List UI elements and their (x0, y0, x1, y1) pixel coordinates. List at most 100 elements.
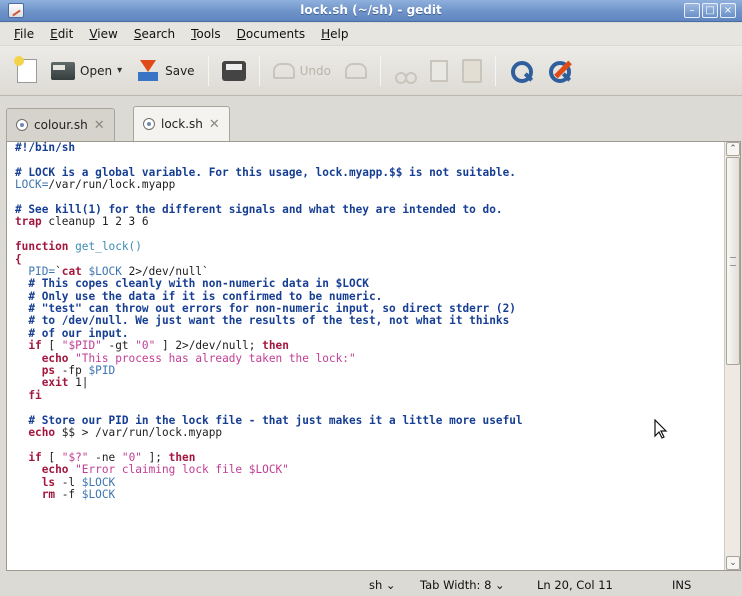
tab-width-selector[interactable]: Tab Width: 8 ⌄ (420, 578, 505, 592)
code-token: cat (61, 264, 82, 278)
paste-icon (461, 58, 482, 83)
new-button[interactable] (10, 52, 44, 90)
close-button[interactable]: × (720, 3, 736, 18)
code-token: LOCK= (15, 178, 49, 192)
code-token: ls (41, 475, 56, 489)
save-button[interactable]: Save (129, 52, 201, 90)
title-bar: lock.sh (~/sh) - gedit – □ × (0, 0, 742, 22)
code-token: # of our input. (15, 326, 129, 340)
copy-button[interactable] (423, 52, 455, 90)
scroll-up-button[interactable]: ⌃ (726, 142, 740, 156)
menu-search[interactable]: Search (126, 27, 183, 41)
code-token: exit (41, 376, 69, 390)
undo-button[interactable]: Undo (266, 52, 338, 90)
code-token: -gt (101, 339, 136, 353)
document-tabs: colour.sh ✕ lock.sh ✕ (0, 97, 742, 141)
window-title: lock.sh (~/sh) - gedit (300, 3, 442, 17)
code-token: # "test" can throw out errors for non-nu… (15, 302, 516, 316)
menu-documents[interactable]: Documents (229, 27, 313, 41)
find-replace-button[interactable] (540, 52, 578, 90)
tab-label: lock.sh (161, 117, 203, 131)
code-token: $LOCK (81, 475, 116, 489)
menu-tools[interactable]: Tools (183, 27, 229, 41)
redo-icon (344, 62, 367, 79)
scroll-down-button[interactable]: ⌄ (726, 556, 740, 570)
code-token: { (15, 252, 22, 266)
menu-file[interactable]: File (6, 27, 42, 41)
redo-button[interactable] (338, 52, 374, 90)
close-tab-icon[interactable]: ✕ (94, 118, 105, 133)
copy-icon (429, 59, 448, 82)
code-token: get_lock() (68, 240, 142, 254)
maximize-button[interactable]: □ (702, 3, 718, 18)
code-token: -ne (88, 450, 122, 464)
find-button[interactable] (502, 52, 540, 90)
code-token: -l (55, 475, 82, 489)
code-line: rm -f $LOCK (15, 487, 715, 501)
code-token: $LOCK (88, 264, 122, 278)
code-token: "$?" (61, 450, 89, 464)
code-token: $LOCK (81, 487, 116, 501)
code-line: trap cleanup 1 2 3 6 (15, 216, 715, 228)
code-line: ps -fp $PID (15, 364, 715, 378)
code-token: # LOCK is a global variable. For this us… (15, 165, 516, 179)
paste-button[interactable] (455, 52, 489, 90)
toolbar-separator (207, 55, 209, 86)
code-line: echo "This process has already taken the… (15, 351, 715, 365)
code-token: if (28, 450, 42, 464)
toolbar-separator (258, 55, 260, 86)
tab-colour-sh[interactable]: colour.sh ✕ (6, 108, 115, 141)
code-token: /var/run/lock.myapp (48, 178, 176, 192)
code-token: ` (55, 264, 62, 278)
code-token: function (15, 240, 69, 254)
code-token: PID= (15, 264, 56, 278)
code-line: echo "Error claiming lock file $LOCK" (15, 463, 715, 476)
menu-view[interactable]: View (81, 27, 125, 41)
editor-area[interactable]: #!/bin/sh # LOCK is a global variable. Fo… (6, 141, 741, 571)
code-token: -f (55, 487, 82, 501)
code-token: ] 2>/dev/null; (155, 339, 263, 353)
code-token: trap (15, 215, 42, 229)
status-bar: sh ⌄ Tab Width: 8 ⌄ Ln 20, Col 11 INS (0, 574, 742, 596)
undo-icon (272, 62, 295, 79)
minimize-button[interactable]: – (684, 3, 700, 18)
cut-button[interactable] (387, 52, 423, 90)
open-button[interactable]: Open ▾ (44, 52, 129, 90)
tab-label: colour.sh (34, 118, 88, 132)
code-token: "This process has already taken the lock… (75, 351, 356, 365)
code-token: -fp (55, 364, 89, 378)
tab-lock-sh[interactable]: lock.sh ✕ (133, 106, 230, 141)
code-token: "0" (135, 339, 156, 353)
window-controls: – □ × (684, 3, 736, 18)
code-view[interactable]: #!/bin/sh # LOCK is a global variable. Fo… (15, 142, 715, 570)
language-selector[interactable]: sh ⌄ (369, 578, 396, 592)
code-line: function get_lock() (15, 240, 715, 254)
chevron-down-icon[interactable]: ▾ (117, 65, 122, 76)
print-button[interactable] (215, 52, 253, 90)
save-label: Save (165, 63, 195, 78)
code-token: "$PID" (61, 339, 102, 353)
code-token: ]; (141, 450, 169, 464)
document-icon (16, 119, 28, 131)
menu-help[interactable]: Help (313, 27, 356, 41)
vertical-scrollbar[interactable]: ⌃ ⌄ (724, 142, 740, 570)
save-icon (136, 59, 160, 82)
code-line: exit 1| (15, 377, 715, 389)
code-token: rm (41, 487, 56, 501)
code-line: fi (15, 389, 715, 402)
code-token: then (262, 339, 289, 353)
insert-mode: INS (672, 578, 692, 592)
code-token: $PID (88, 364, 116, 378)
cursor-position: Ln 20, Col 11 (537, 578, 613, 592)
menu-edit[interactable]: Edit (42, 27, 81, 41)
close-tab-icon[interactable]: ✕ (209, 117, 220, 132)
scroll-thumb[interactable] (726, 157, 740, 365)
code-token: 1| (68, 376, 89, 390)
new-document-icon (14, 55, 37, 83)
code-token: $$ > /var/run/lock.myapp (55, 425, 223, 439)
toolbar: Open ▾ Save Undo (0, 46, 742, 96)
